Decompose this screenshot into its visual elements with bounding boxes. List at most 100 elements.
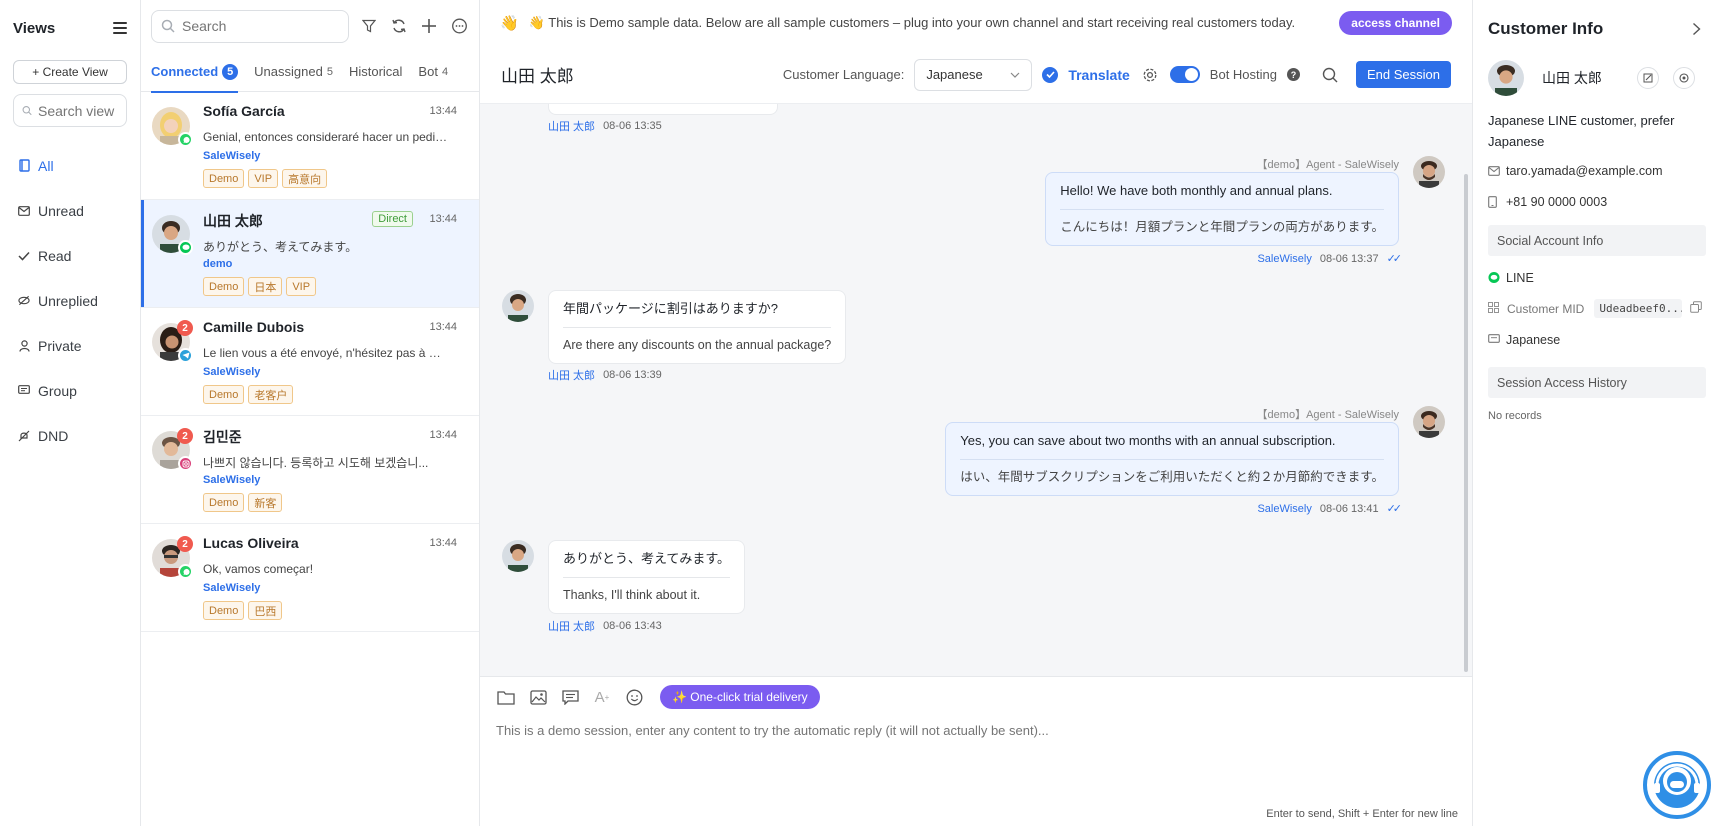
unread-badge: 2 [177,428,193,444]
message-meta: SaleWisely 08-06 13:37 ✓✓ [1257,252,1402,266]
agent-label: 【demo】Agent - SaleWisely [1256,409,1399,421]
customer-name: 山田 太郎 [1542,70,1602,86]
instagram-icon [178,456,193,471]
conversation-item[interactable]: Sofía García 13:44 Genial, entonces cons… [141,92,479,200]
view-item-private[interactable]: Private [0,323,140,368]
message-original: Yes, you can save about two months with … [960,433,1384,460]
grid-icon [1488,301,1499,316]
tag-list: Demo 巴西 [203,601,283,620]
conversation-item[interactable]: 2 김민준 13:44 나쁘지 않습니다. 등록하고 시도해 보겠습니... S… [141,416,479,524]
create-view-button[interactable]: + Create View [13,60,127,84]
tab-bot[interactable]: Bot 4 [418,52,448,92]
tab-connected[interactable]: Connected 5 [151,52,239,93]
one-click-trial-button[interactable]: ✨ One-click trial delivery [660,685,820,709]
scrollbar[interactable] [1464,174,1468,672]
help-icon[interactable]: ? [1287,68,1300,81]
contact-name: Lucas Oliveira [203,535,299,551]
social-channel-row: LINE [1473,262,1721,293]
message-icon[interactable] [449,16,469,36]
tag: 老客户 [248,385,294,404]
agent-avatar [1413,156,1445,188]
view-item-unread[interactable]: Unread [0,188,140,233]
conversation-item[interactable]: 2 Lucas Oliveira 13:44 Ok, vamos começar… [141,524,479,632]
message-original: Hello! We have both monthly and annual p… [1060,183,1384,210]
tag-list: Demo VIP 高意向 [203,169,328,188]
double-check-icon: ✓✓ [1386,503,1403,515]
conversation-toolbar [141,0,479,52]
view-item-all[interactable]: All [0,143,140,188]
tab-label: Historical [348,64,403,79]
copy-icon[interactable] [1690,301,1703,316]
block-icon[interactable] [1673,67,1695,89]
timestamp: 13:44 [429,105,457,117]
message-bubble-partial [548,104,778,115]
message-composer: A+ ✨ One-click trial delivery Enter to s… [480,676,1472,826]
line-icon [1488,271,1500,284]
folder-icon[interactable] [496,687,516,707]
customer-language-select[interactable]: Japanese [914,58,1033,91]
bell-off-icon [18,430,30,442]
translate-label[interactable]: Translate [1068,67,1129,83]
conversation-tabs: Connected 5 Unassigned 5 Historical Bot 4 [141,52,479,93]
tag-list: Demo 日本 VIP [203,277,317,296]
view-item-label: Read [38,247,72,264]
tab-label: Connected [151,64,219,79]
chevron-right-icon[interactable] [1686,19,1706,39]
end-session-button[interactable]: End Session [1356,61,1451,88]
access-channel-button[interactable]: access channel [1339,11,1452,35]
support-bot-icon[interactable] [1643,751,1711,819]
emoji-icon[interactable] [624,687,644,707]
waving-hand-icon: 👋 [500,15,519,32]
message-preview: Ok, vamos começar! [203,562,314,576]
translate-checkbox[interactable] [1042,66,1059,83]
search-icon [161,19,175,33]
conversation-item[interactable]: 2 Camille Dubois 13:44 Le lien vous a ét… [141,308,479,416]
tab-count: 4 [441,65,449,78]
message-list: 山田 太郎 08-06 13:35 【demo】Agent - SaleWise… [480,104,1472,676]
view-item-group[interactable]: Group [0,368,140,413]
message-input[interactable] [496,723,1436,738]
conversation-search-input[interactable] [182,18,332,34]
menu-icon[interactable] [113,22,127,34]
message-meta: 山田 太郎 08-06 13:43 [548,618,662,634]
view-item-dnd[interactable]: DND [0,413,140,458]
message-time: 08-06 13:41 [1319,502,1379,515]
filter-icon[interactable] [359,16,379,36]
customer-email[interactable]: taro.yamada@example.com [1506,164,1663,178]
mail-icon [1488,165,1500,176]
avatar [1488,60,1524,96]
refresh-icon[interactable] [389,16,409,36]
tab-historical[interactable]: Historical [349,52,402,92]
message-time: 08-06 13:43 [603,620,662,632]
ai-icon[interactable]: A + [592,687,612,707]
composer-toolbar: A + ✨ One-click trial delivery [480,677,1472,717]
bot-hosting-toggle[interactable] [1169,66,1200,83]
agent-label: SaleWisely [203,582,261,594]
telegram-icon [178,348,193,363]
agent-label: demo [203,258,233,270]
conversation-item-selected[interactable]: 山田 太郎 Direct 13:44 ありがとう、考えてみます。 demo De… [141,200,479,308]
tab-unassigned[interactable]: Unassigned 5 [254,52,333,92]
view-search-input[interactable] [38,102,118,119]
agent-avatar [1413,406,1445,438]
view-item-unreplied[interactable]: Unreplied [0,278,140,323]
message-preview: ありがとう、考えてみます。 [203,240,358,254]
customer-phone[interactable]: +81 90 0000 0003 [1506,195,1607,209]
gear-icon[interactable] [1140,65,1160,85]
quick-reply-icon[interactable] [560,687,580,707]
message-meta: 山田 太郎 08-06 13:39 [548,367,662,383]
chevron-down-icon [1010,72,1020,78]
unread-badge: 2 [177,320,193,336]
timestamp: 13:44 [429,537,457,549]
view-search[interactable] [13,94,127,127]
image-icon[interactable] [528,687,548,707]
view-item-read[interactable]: Read [0,233,140,278]
plus-icon[interactable] [419,16,439,36]
tag: Demo [203,385,245,404]
sender-name: SaleWisely [1257,502,1312,515]
conversation-search[interactable] [151,9,349,43]
edit-icon[interactable] [1637,67,1659,89]
search-icon[interactable] [1320,65,1340,85]
agent-label: SaleWisely [203,150,261,162]
chat-icon [1488,334,1500,345]
